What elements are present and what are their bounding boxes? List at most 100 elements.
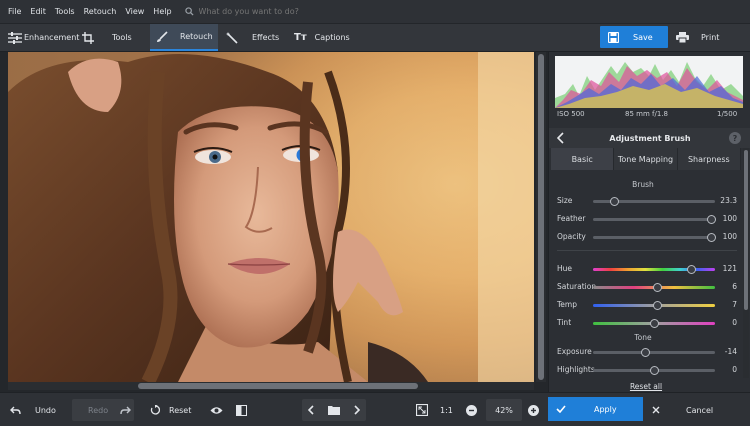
- portrait-illustration: [8, 52, 534, 382]
- cancel-button[interactable]: Cancel: [652, 399, 740, 421]
- portrait-photo[interactable]: [8, 52, 534, 382]
- next-image-icon[interactable]: [353, 405, 360, 415]
- menu-retouch[interactable]: Retouch: [84, 7, 117, 16]
- search-input[interactable]: [198, 7, 359, 16]
- help-icon[interactable]: ?: [729, 132, 741, 144]
- slider-value: 100: [722, 232, 737, 241]
- tab-effects[interactable]: Effects: [226, 24, 279, 51]
- slider-value: 100: [722, 214, 737, 223]
- photo-canvas[interactable]: [0, 52, 548, 392]
- slider-value: 121: [722, 264, 737, 273]
- fit-screen-icon: [416, 404, 428, 416]
- floppy-icon: [608, 31, 619, 43]
- slider-row-size: Size 23.3: [557, 194, 737, 208]
- slider-label: Tint: [557, 318, 572, 327]
- opacity-slider[interactable]: [593, 236, 715, 239]
- menu-edit[interactable]: Edit: [30, 7, 46, 16]
- apply-label: Apply: [594, 404, 617, 414]
- saturation-slider-handle[interactable]: [653, 283, 663, 292]
- redo-icon: [120, 406, 132, 414]
- apply-button[interactable]: Apply: [548, 397, 643, 421]
- tab-tone-mapping[interactable]: Tone Mapping: [614, 148, 678, 170]
- zoom-1to1-button[interactable]: 1:1: [440, 399, 453, 421]
- opacity-slider-handle[interactable]: [706, 233, 716, 242]
- back-arrow-icon[interactable]: [557, 132, 565, 144]
- undo-label: Undo: [35, 405, 56, 415]
- panel-scrollbar-thumb[interactable]: [744, 150, 748, 310]
- zoom-out-button[interactable]: [466, 399, 477, 421]
- feather-slider-handle[interactable]: [706, 215, 716, 224]
- slider-value: 7: [732, 300, 737, 309]
- sliders-icon: [8, 31, 22, 44]
- fit-to-screen-button[interactable]: [416, 399, 428, 421]
- tab-tools[interactable]: Tools: [82, 24, 132, 51]
- hue-slider[interactable]: [593, 268, 715, 271]
- histogram-info: ISO 500 85 mm f/1.8 1/500: [549, 110, 750, 122]
- tab-basic[interactable]: Basic: [551, 148, 615, 170]
- save-button[interactable]: Save: [600, 26, 668, 48]
- slider-row-tint: Tint 0: [557, 316, 737, 330]
- previous-image-icon[interactable]: [308, 405, 315, 415]
- minus-circle-icon: [466, 404, 477, 416]
- panel-scrollbar[interactable]: [743, 148, 749, 378]
- tab-retouch[interactable]: Retouch: [150, 24, 218, 51]
- exposure-slider-handle[interactable]: [640, 348, 650, 357]
- panel-header: Adjustment Brush ?: [549, 128, 750, 148]
- lens-value: 85 mm f/1.8: [625, 110, 668, 118]
- undo-button[interactable]: Undo: [10, 399, 70, 421]
- tab-captions[interactable]: Tт Captions: [294, 24, 350, 51]
- tone-section-label: Tone: [634, 333, 652, 342]
- brush-icon: [157, 30, 168, 42]
- slider-row-opacity: Opacity 100: [557, 230, 737, 244]
- menu-help[interactable]: Help: [153, 7, 171, 16]
- close-icon: [652, 406, 660, 414]
- shutter-value: 1/500: [717, 110, 738, 118]
- menu-view[interactable]: View: [125, 7, 144, 16]
- brush-section-label: Brush: [632, 180, 654, 189]
- highlights-slider-handle[interactable]: [649, 366, 659, 375]
- photo-horizontal-scrollbar-thumb[interactable]: [138, 383, 418, 389]
- photo-vertical-scrollbar-thumb[interactable]: [538, 54, 544, 380]
- hue-slider-handle[interactable]: [687, 265, 697, 274]
- navigation-group: [302, 399, 366, 421]
- adjustment-panel: ISO 500 85 mm f/1.8 1/500 Adjustment Bru…: [548, 52, 750, 392]
- tint-slider-handle[interactable]: [649, 319, 659, 328]
- iso-value: ISO 500: [557, 110, 585, 118]
- slider-row-saturation: Saturation 6: [557, 280, 737, 294]
- redo-button[interactable]: Redo: [72, 399, 134, 421]
- print-button[interactable]: Print: [672, 26, 740, 48]
- slider-row-feather: Feather 100: [557, 212, 737, 226]
- preview-eye-button[interactable]: [210, 399, 223, 421]
- tab-retouch-label: Retouch: [180, 32, 213, 41]
- check-icon: [556, 405, 566, 413]
- slider-label: Highlights: [557, 365, 595, 374]
- text-icon: Tт: [294, 32, 307, 43]
- reset-label: Reset: [169, 405, 192, 415]
- photo-vertical-scrollbar[interactable]: [536, 52, 546, 382]
- menu-tools[interactable]: Tools: [55, 7, 75, 16]
- tab-captions-label: Captions: [314, 33, 350, 42]
- menu-file[interactable]: File: [8, 7, 21, 16]
- search-box[interactable]: [184, 7, 359, 16]
- reset-button[interactable]: Reset: [150, 399, 202, 421]
- tab-enhancement[interactable]: Enhancement: [8, 24, 79, 51]
- eye-icon: [210, 406, 223, 414]
- menubar: File Edit Tools Retouch View Help: [0, 0, 750, 24]
- zoom-level[interactable]: 42%: [486, 399, 522, 421]
- save-label: Save: [633, 32, 653, 42]
- exposure-slider[interactable]: [593, 351, 715, 354]
- compare-button[interactable]: [236, 399, 247, 421]
- temp-slider-handle[interactable]: [653, 301, 663, 310]
- reset-all-link[interactable]: Reset all: [549, 382, 743, 391]
- feather-slider[interactable]: [593, 218, 715, 221]
- tab-enhancement-label: Enhancement: [24, 33, 80, 42]
- size-slider-handle[interactable]: [610, 197, 620, 206]
- compare-icon: [236, 404, 247, 416]
- section-divider: [557, 250, 737, 251]
- folder-icon[interactable]: [327, 405, 340, 415]
- crop-icon: [82, 31, 94, 44]
- print-label: Print: [701, 32, 720, 42]
- photo-horizontal-scrollbar[interactable]: [8, 382, 534, 390]
- tab-sharpness[interactable]: Sharpness: [677, 148, 741, 170]
- zoom-in-button[interactable]: [528, 399, 539, 421]
